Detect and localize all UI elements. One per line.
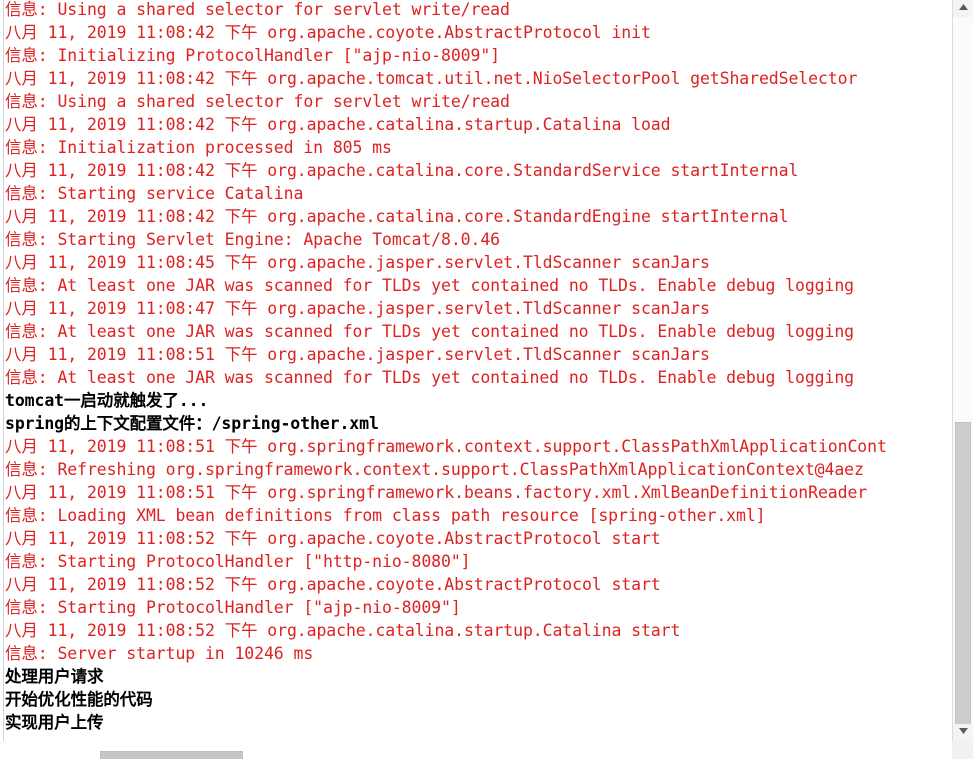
horizontal-scrollbar[interactable] [0, 741, 952, 759]
console-line: 信息: Initialization processed in 805 ms [5, 138, 392, 157]
console-line: 八月 11, 2019 11:08:51 下午 org.apache.jaspe… [5, 345, 710, 364]
console-line: 信息: Server startup in 10246 ms [5, 644, 314, 663]
scroll-up-button[interactable] [953, 0, 973, 17]
console-line: 八月 11, 2019 11:08:52 下午 org.apache.coyot… [5, 529, 661, 548]
console-line: 八月 11, 2019 11:08:42 下午 org.apache.catal… [5, 115, 671, 134]
console-line: 信息: Refreshing org.springframework.conte… [5, 460, 864, 479]
vertical-scrollbar-track[interactable] [953, 17, 973, 742]
console-output-panel: 信息: Using a shared selector for servlet … [0, 0, 973, 759]
chevron-up-icon [958, 4, 968, 10]
console-line: 信息: Loading XML bean definitions from cl… [5, 506, 766, 525]
console-line: 八月 11, 2019 11:08:45 下午 org.apache.jaspe… [5, 253, 710, 272]
console-line: 信息: At least one JAR was scanned for TLD… [5, 276, 855, 295]
horizontal-scrollbar-thumb[interactable] [100, 751, 243, 759]
vertical-scrollbar[interactable] [952, 0, 973, 742]
console-line: 信息: Starting ProtocolHandler ["http-nio-… [5, 552, 471, 571]
console-line: 信息: Starting Servlet Engine: Apache Tomc… [5, 230, 500, 249]
console-line: 八月 11, 2019 11:08:52 下午 org.apache.catal… [5, 621, 681, 640]
console-line: 处理用户请求 [5, 667, 104, 686]
console-line: 八月 11, 2019 11:08:52 下午 org.apache.coyot… [5, 575, 661, 594]
console-line: tomcat一启动就触发了... [5, 391, 209, 410]
console-line: spring的上下文配置文件：/spring-other.xml [5, 414, 379, 433]
console-line: 信息: At least one JAR was scanned for TLD… [5, 322, 855, 341]
console-line: 八月 11, 2019 11:08:51 下午 org.springframew… [5, 483, 877, 502]
console-line: 八月 11, 2019 11:08:51 下午 org.springframew… [5, 437, 887, 456]
console-line: 信息: Starting ProtocolHandler ["ajp-nio-8… [5, 598, 461, 617]
scroll-down-button[interactable] [953, 724, 973, 741]
console-line: 开始优化性能的代码 [5, 690, 153, 709]
console-scroll-viewport[interactable]: 信息: Using a shared selector for servlet … [5, 0, 952, 741]
console-line: 信息: Starting service Catalina [5, 184, 304, 203]
console-log-list: 信息: Using a shared selector for servlet … [5, 0, 952, 734]
scrollbar-corner [952, 741, 973, 759]
console-line: 信息: Using a shared selector for servlet … [5, 0, 510, 19]
console-line: 八月 11, 2019 11:08:42 下午 org.apache.coyot… [5, 23, 651, 42]
console-left-gutter [0, 0, 4, 741]
console-line: 八月 11, 2019 11:08:42 下午 org.apache.catal… [5, 207, 789, 226]
console-line: 信息: At least one JAR was scanned for TLD… [5, 368, 855, 387]
console-line: 八月 11, 2019 11:08:47 下午 org.apache.jaspe… [5, 299, 710, 318]
console-line: 实现用户上传 [5, 713, 104, 732]
vertical-scrollbar-thumb[interactable] [955, 422, 971, 742]
chevron-down-icon [958, 728, 968, 734]
console-line: 信息: Initializing ProtocolHandler ["ajp-n… [5, 46, 500, 65]
console-line: 信息: Using a shared selector for servlet … [5, 92, 510, 111]
console-line: 八月 11, 2019 11:08:42 下午 org.apache.tomca… [5, 69, 858, 88]
console-line: 八月 11, 2019 11:08:42 下午 org.apache.catal… [5, 161, 799, 180]
